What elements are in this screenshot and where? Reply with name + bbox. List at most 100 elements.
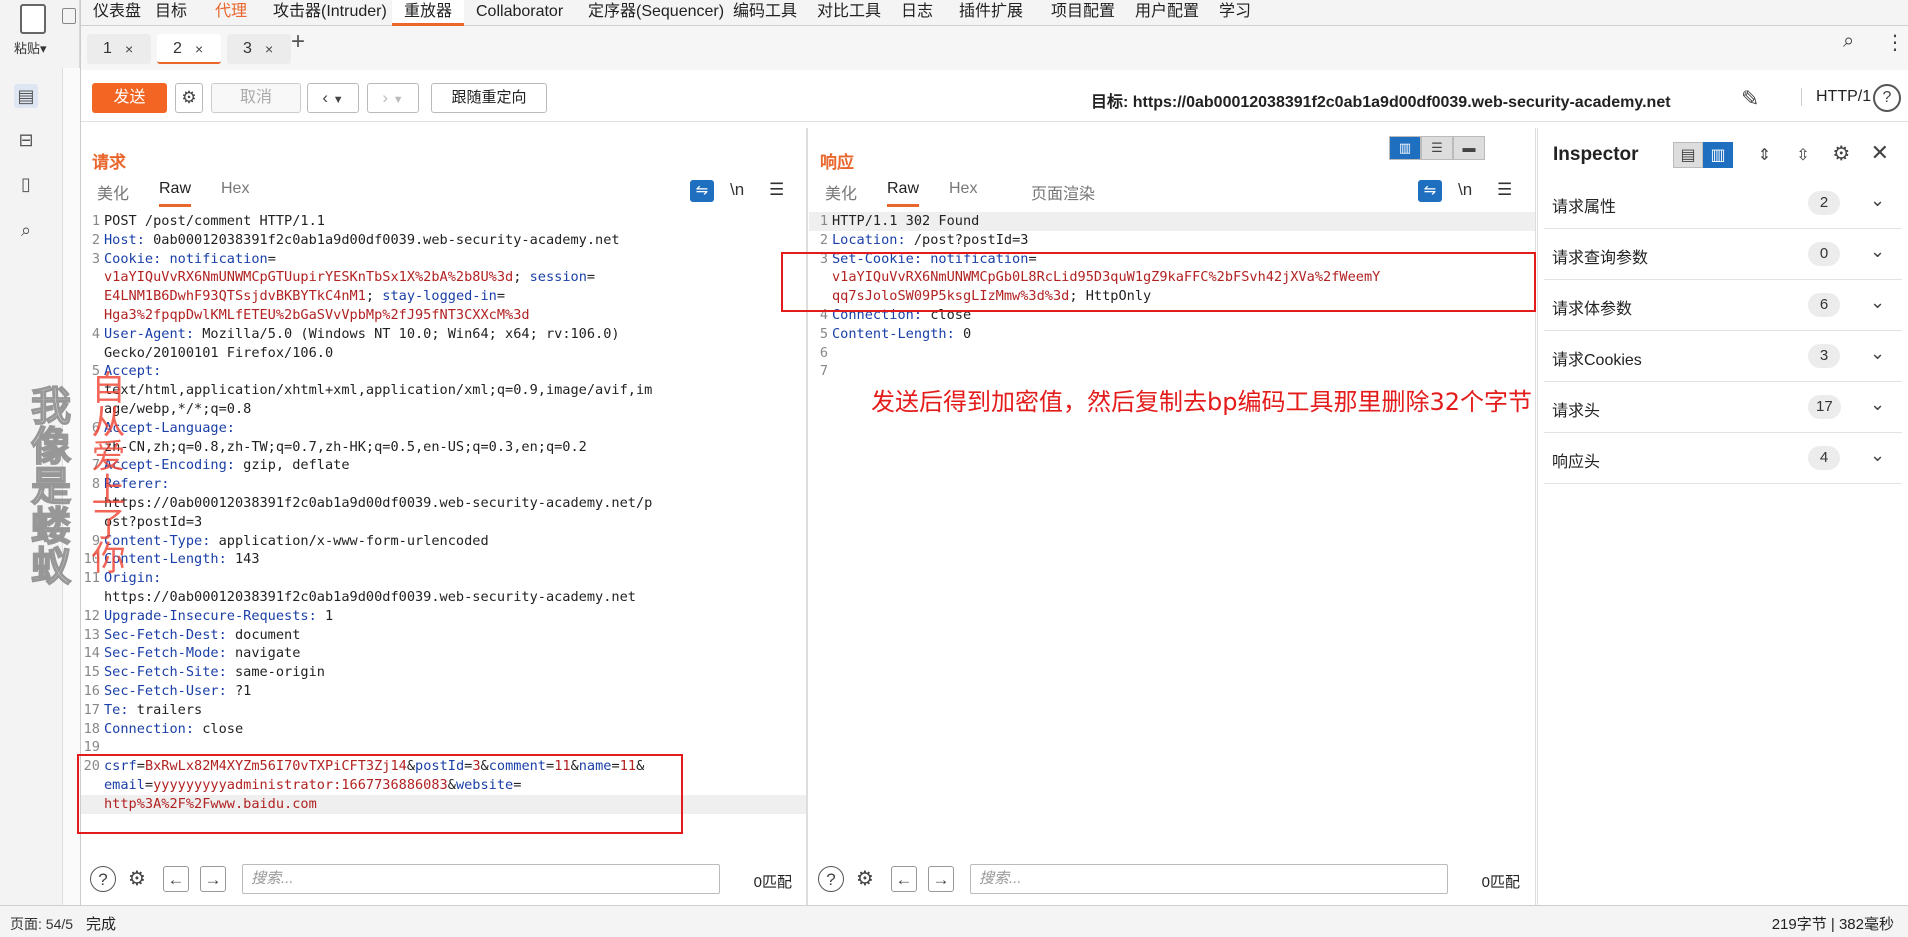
inspector-row[interactable]: 请求Cookies 3 ⌄ bbox=[1544, 331, 1902, 382]
chevron-down-icon[interactable]: ⌄ bbox=[1870, 190, 1885, 211]
collapse-all-icon[interactable]: ⇳ bbox=[1786, 143, 1820, 169]
code-token: 1 bbox=[316, 607, 334, 624]
settings-gear-icon[interactable]: ⚙ bbox=[175, 83, 203, 113]
menu-tab[interactable]: 用户配置 bbox=[1123, 0, 1211, 26]
wrap-lines-icon[interactable]: ⇋ bbox=[1418, 180, 1442, 202]
response-view-tab[interactable]: Raw bbox=[887, 180, 920, 207]
response-menu-icon[interactable]: ☰ bbox=[1497, 180, 1512, 200]
newline-toggle-icon[interactable]: \n bbox=[1458, 180, 1472, 200]
menu-tab[interactable]: 项目配置 bbox=[1039, 0, 1127, 26]
help-icon[interactable]: ? bbox=[818, 866, 844, 892]
code-token: document bbox=[226, 626, 301, 643]
send-button[interactable]: 发送 bbox=[92, 83, 167, 113]
search-prev-arrow-icon[interactable]: ← bbox=[891, 866, 917, 892]
chevron-down-icon[interactable]: ⌄ bbox=[1870, 343, 1885, 364]
inspector-row[interactable]: 请求头 17 ⌄ bbox=[1544, 382, 1902, 433]
host-left-panel: 粘贴▾ ▤ ⊟ ▯ ⌕ 我像是蝼蚁 bbox=[0, 0, 80, 937]
response-view-tab[interactable]: 页面渲染 bbox=[1031, 180, 1095, 204]
request-view-tab[interactable]: 美化 bbox=[97, 180, 129, 204]
search-icon[interactable]: ⌕ bbox=[14, 218, 38, 242]
menu-tab[interactable]: 学习 bbox=[1207, 0, 1263, 26]
response-view-tab[interactable]: Hex bbox=[949, 180, 977, 198]
inspector-layout-right-icon[interactable]: ▥ bbox=[1703, 142, 1733, 168]
code-token: stay-logged-in bbox=[382, 288, 497, 305]
menu-tab[interactable]: 目标 bbox=[143, 0, 199, 26]
search-prev-arrow-icon[interactable]: ← bbox=[163, 866, 189, 892]
page-status: 页面: 54/5 bbox=[10, 916, 74, 932]
inspector-row[interactable]: 请求查询参数 0 ⌄ bbox=[1544, 229, 1902, 280]
response-view-tab[interactable]: 美化 bbox=[825, 180, 857, 204]
dropdown-arrow-icon: ▼ bbox=[332, 94, 344, 106]
help-icon[interactable]: ? bbox=[1873, 84, 1901, 112]
follow-redirect-button[interactable]: 跟随重定向 bbox=[431, 83, 547, 113]
search-icon[interactable]: ⌕ bbox=[1843, 30, 1854, 53]
layout-toggle[interactable]: ▥ ☰ ▬ bbox=[1389, 136, 1485, 162]
menu-tab[interactable]: Collaborator bbox=[464, 0, 575, 26]
settings-gear-icon[interactable]: ⚙ bbox=[852, 866, 878, 892]
http-version-toggle[interactable]: HTTP/1 bbox=[1801, 88, 1871, 106]
settings-gear-icon[interactable]: ⚙ bbox=[1824, 141, 1858, 167]
history-back-button[interactable]: ‹ ▼ bbox=[307, 83, 359, 113]
expand-all-icon[interactable]: ⇕ bbox=[1747, 143, 1781, 169]
code-token: Sec-Fetch-Mode: bbox=[104, 645, 227, 662]
repeater-tab-3[interactable]: 3 × bbox=[227, 34, 291, 64]
request-search-input[interactable]: 搜索... bbox=[242, 864, 720, 894]
chevron-down-icon[interactable]: ⌄ bbox=[1870, 292, 1885, 313]
layout-side-by-side-icon[interactable]: ▥ bbox=[1389, 136, 1421, 160]
inspector-row[interactable]: 请求体参数 6 ⌄ bbox=[1544, 280, 1902, 331]
menu-tab[interactable]: 定序器(Sequencer) bbox=[576, 0, 736, 26]
code-line: https://0ab00012038391f2c0ab1a9d00df0039… bbox=[81, 588, 806, 607]
request-view-tab[interactable]: Raw bbox=[159, 180, 192, 207]
menu-tab[interactable]: 对比工具 bbox=[805, 0, 893, 26]
more-menu-icon[interactable]: ⋮ bbox=[1885, 30, 1905, 55]
wrap-lines-icon[interactable]: ⇋ bbox=[690, 180, 714, 202]
document-icon[interactable]: ▤ bbox=[14, 84, 38, 108]
menu-tab[interactable]: 重放器 bbox=[392, 0, 465, 26]
chevron-down-icon[interactable]: ⌄ bbox=[1870, 241, 1885, 262]
help-icon[interactable]: ? bbox=[90, 866, 116, 892]
response-search-input[interactable]: 搜索... bbox=[970, 864, 1448, 894]
menu-tab[interactable]: 日志 bbox=[889, 0, 945, 26]
chevron-down-icon[interactable]: ⌄ bbox=[1870, 445, 1885, 466]
close-tab-icon[interactable]: × bbox=[265, 34, 273, 64]
search-next-arrow-icon[interactable]: → bbox=[928, 866, 954, 892]
edit-target-pencil-icon[interactable]: ✎ bbox=[1741, 86, 1759, 112]
bookmark-icon[interactable]: ▯ bbox=[14, 172, 38, 196]
inspector-row[interactable]: 请求属性 2 ⌄ bbox=[1544, 178, 1902, 229]
line-number: 5 bbox=[819, 325, 828, 342]
request-menu-icon[interactable]: ☰ bbox=[769, 180, 784, 200]
add-tab-icon[interactable]: + bbox=[291, 28, 305, 56]
layout-tabs-icon[interactable]: ▬ bbox=[1453, 136, 1485, 160]
inspector-layout-left-icon[interactable]: ▤ bbox=[1673, 142, 1703, 168]
close-tab-icon[interactable]: × bbox=[125, 34, 133, 64]
line-number: 2 bbox=[819, 231, 828, 248]
close-icon[interactable]: ✕ bbox=[1863, 140, 1897, 166]
settings-gear-icon[interactable]: ⚙ bbox=[124, 866, 150, 892]
annotation-text: 发送后得到加密值，然后复制去bp编码工具那里删除32个字节 bbox=[871, 388, 1533, 416]
outline-icon[interactable]: ⊟ bbox=[14, 128, 38, 152]
paste-label: 粘贴 bbox=[14, 41, 41, 56]
copy-icon[interactable] bbox=[62, 8, 76, 24]
layout-stacked-icon[interactable]: ☰ bbox=[1421, 136, 1453, 160]
menu-tab[interactable]: 编码工具 bbox=[721, 0, 809, 26]
newline-toggle-icon[interactable]: \n bbox=[730, 180, 744, 200]
code-token: User-Agent: bbox=[104, 325, 195, 342]
paste-button[interactable]: 粘贴▾ bbox=[14, 4, 47, 57]
search-next-arrow-icon[interactable]: → bbox=[200, 866, 226, 892]
request-search-bar: ? ⚙ ← → 搜索... 0匹配 bbox=[81, 858, 808, 898]
history-forward-button[interactable]: › ▼ bbox=[367, 83, 419, 113]
inspector-row-label: 请求Cookies bbox=[1552, 352, 1642, 369]
repeater-tab-2[interactable]: 2 × bbox=[157, 34, 221, 64]
request-view-tab[interactable]: Hex bbox=[221, 180, 249, 198]
code-line: 13 Sec-Fetch-Dest: document bbox=[81, 626, 806, 645]
close-tab-icon[interactable]: × bbox=[195, 34, 203, 64]
code-token: Host: bbox=[104, 231, 145, 248]
chevron-down-icon[interactable]: ⌄ bbox=[1870, 394, 1885, 415]
repeater-tab-1[interactable]: 1 × bbox=[87, 34, 151, 64]
response-title: 响应 bbox=[820, 153, 854, 172]
menu-tab[interactable]: 插件扩展 bbox=[947, 0, 1035, 26]
menu-tab[interactable]: 代理 bbox=[203, 0, 259, 26]
inspector-row[interactable]: 响应头 4 ⌄ bbox=[1544, 433, 1902, 484]
menu-tab[interactable]: 攻击器(Intruder) bbox=[261, 0, 399, 26]
cancel-button[interactable]: 取消 bbox=[211, 83, 301, 113]
